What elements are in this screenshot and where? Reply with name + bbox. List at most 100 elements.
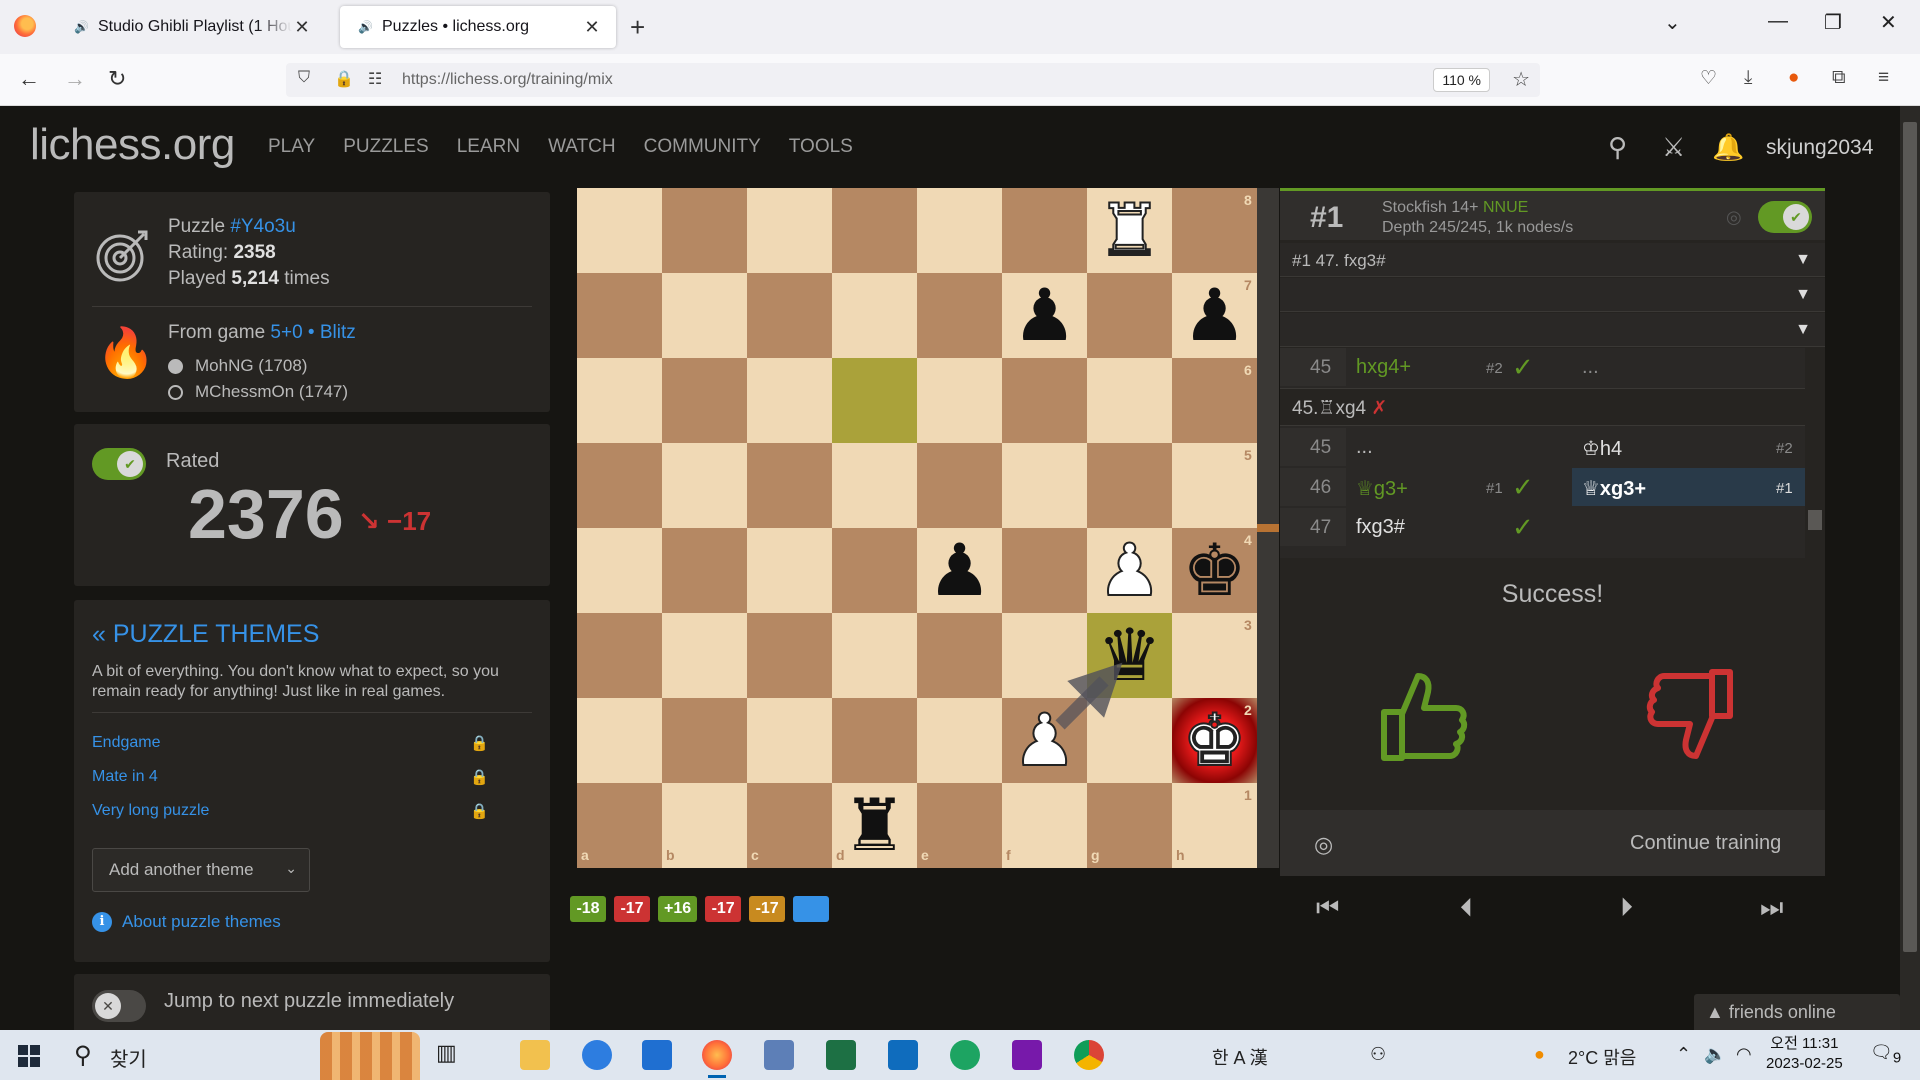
square-d8[interactable] <box>832 188 917 273</box>
pv-line-3[interactable]: ▼ <box>1280 313 1825 347</box>
move-cell[interactable]: fxg3# <box>1346 508 1572 546</box>
expand-pv-icon[interactable]: ▼ <box>1795 321 1811 339</box>
square-a8[interactable] <box>577 188 662 273</box>
resize-bar[interactable] <box>1257 524 1279 532</box>
puzzle-id-link[interactable]: #Y4o3u <box>230 216 296 237</box>
pv-line-2[interactable]: ▼ <box>1280 278 1825 312</box>
page-scrollbar[interactable] <box>1900 106 1920 1030</box>
analysis-icon[interactable]: ◎ <box>1314 832 1333 858</box>
move-text[interactable]: ... <box>1582 356 1599 378</box>
square-a4[interactable] <box>577 528 662 613</box>
square-b8[interactable] <box>662 188 747 273</box>
move-text[interactable]: ♕g3+ <box>1356 478 1408 500</box>
chrome-icon[interactable] <box>1074 1040 1104 1070</box>
square-a5[interactable] <box>577 443 662 528</box>
menu-play[interactable]: PLAY <box>268 136 315 158</box>
continue-training-bar[interactable]: ◎ Continue training <box>1280 810 1825 876</box>
tab-lichess-puzzles[interactable]: 🔊 Puzzles • lichess.org ✕ <box>340 6 616 48</box>
file-explorer-icon[interactable] <box>520 1040 550 1070</box>
piece-h2[interactable]: ♚ <box>1172 697 1257 783</box>
thumbs-down-icon[interactable] <box>1644 668 1740 764</box>
game-link[interactable]: 5+0 • Blitz <box>270 322 355 343</box>
chess-board[interactable]: 8 7 6 5 4 3 2 a b c d e f g 1 h ♜ ♟ ♟ ♟ ♟ ♚ ♛ ♟ ♚ ♜ <box>577 187 1257 868</box>
theme-very-long-puzzle[interactable]: Very long puzzle <box>92 802 209 820</box>
score-badge[interactable]: +16 <box>658 896 698 922</box>
piece-g3[interactable]: ♛ <box>1087 613 1172 698</box>
square-f5[interactable] <box>1002 443 1087 528</box>
score-badge[interactable]: -17 <box>749 896 786 922</box>
square-e5[interactable] <box>917 443 1002 528</box>
square-c5[interactable] <box>747 443 832 528</box>
speaker-icon[interactable]: 🔊 <box>358 20 374 34</box>
back-icon[interactable]: ← <box>18 66 40 92</box>
square-e6[interactable] <box>917 358 1002 443</box>
square-c4[interactable] <box>747 528 832 613</box>
next-move-icon[interactable]: ⏵ <box>1620 892 1633 924</box>
square-g5[interactable] <box>1087 443 1172 528</box>
square-f1[interactable] <box>1002 783 1087 868</box>
shield-icon[interactable]: ⛉ <box>298 69 310 87</box>
score-badge[interactable]: -18 <box>570 896 606 922</box>
square-g6[interactable] <box>1087 358 1172 443</box>
variation-text[interactable]: 45.♖xg4 <box>1292 398 1371 419</box>
score-badge[interactable]: -17 <box>614 896 650 922</box>
square-d7[interactable] <box>832 273 917 358</box>
expand-pv-icon[interactable]: ▼ <box>1795 251 1811 269</box>
extensions-icon[interactable]: ⧉ <box>1832 67 1846 89</box>
square-f6[interactable] <box>1002 358 1087 443</box>
score-badge[interactable] <box>793 896 830 922</box>
about-themes-link[interactable]: i About puzzle themes <box>92 912 281 932</box>
square-b6[interactable] <box>662 358 747 443</box>
themes-heading[interactable]: « PUZZLE THEMES <box>92 620 319 649</box>
forward-icon[interactable]: → <box>64 66 86 92</box>
first-move-icon[interactable]: ⏮ <box>1316 892 1339 924</box>
board-resize-handle[interactable] <box>1257 188 1279 868</box>
input-method-icon[interactable]: 한 A 漢 <box>1212 1044 1268 1070</box>
downloads-icon[interactable]: ⤓ <box>1744 67 1752 89</box>
volume-icon[interactable]: 🔈 <box>1704 1044 1726 1065</box>
search-icon[interactable]: ⚲ <box>74 1041 92 1070</box>
user-menu[interactable]: skjung2034 <box>1766 136 1873 160</box>
move-text[interactable]: hxg4+ <box>1356 356 1411 378</box>
theme-mate-in-4[interactable]: Mate in 4 <box>92 768 158 786</box>
square-d3[interactable] <box>832 613 917 698</box>
piece-f7[interactable]: ♟ <box>1002 273 1087 358</box>
square-a6[interactable] <box>577 358 662 443</box>
address-bar[interactable]: ⛉ 🔒 ☷ https://lichess.org/training/mix 1… <box>286 63 1540 97</box>
square-c1[interactable] <box>747 783 832 868</box>
pv-line-1[interactable]: #1 47. fxg3# ▼ <box>1280 243 1825 277</box>
white-player[interactable]: MohNG (1708) <box>168 356 307 376</box>
tab-ghibli-playlist[interactable]: 🔊 Studio Ghibli Playlist (1 Hour o ✕ <box>56 6 326 48</box>
show-hidden-icons[interactable]: ⌃ <box>1676 1044 1691 1065</box>
close-window-icon[interactable]: ✕ <box>1880 10 1897 35</box>
about-themes-label[interactable]: About puzzle themes <box>122 912 281 932</box>
square-e3[interactable] <box>917 613 1002 698</box>
expand-pv-icon[interactable]: ▼ <box>1795 286 1811 304</box>
white-player-name[interactable]: MohNG (1708) <box>195 356 307 376</box>
square-b2[interactable] <box>662 698 747 783</box>
square-f3[interactable] <box>1002 613 1087 698</box>
list-all-tabs-icon[interactable]: ⌄ <box>1664 10 1681 35</box>
restore-icon[interactable]: ❐ <box>1824 10 1842 35</box>
network-icon[interactable]: ◠ <box>1736 1044 1752 1065</box>
piece-e4[interactable]: ♟ <box>917 528 1002 613</box>
black-player-name[interactable]: MChessmOn (1747) <box>195 382 348 402</box>
square-d2[interactable] <box>832 698 917 783</box>
move-list-scrollbar[interactable] <box>1805 348 1825 558</box>
move-cell[interactable]: ... <box>1346 428 1572 466</box>
firefox-taskbar-icon[interactable] <box>702 1040 732 1078</box>
piece-h7[interactable]: ♟ <box>1172 273 1257 358</box>
move-text[interactable]: ♔h4 <box>1582 438 1622 460</box>
failed-variation[interactable]: 45.♖xg4 ✗ <box>1280 388 1805 426</box>
move-cell[interactable]: ... <box>1572 348 1805 386</box>
square-c3[interactable] <box>747 613 832 698</box>
pv-line-text[interactable]: #1 47. fxg3# <box>1292 251 1386 270</box>
piece-g8[interactable]: ♜ <box>1087 187 1172 273</box>
lock-icon[interactable]: 🔒 <box>334 69 354 89</box>
close-tab-icon[interactable]: ✕ <box>582 17 602 38</box>
friends-online-box[interactable]: ▲ friends online <box>1694 994 1900 1030</box>
square-d4[interactable] <box>832 528 917 613</box>
speaker-icon[interactable]: 🔊 <box>74 20 90 34</box>
square-a7[interactable] <box>577 273 662 358</box>
pocket-icon[interactable]: ♡ <box>1700 67 1717 90</box>
